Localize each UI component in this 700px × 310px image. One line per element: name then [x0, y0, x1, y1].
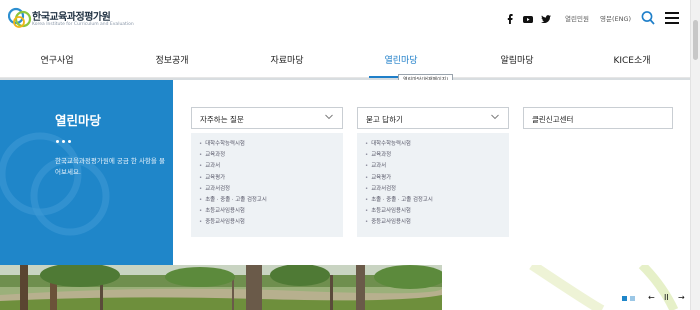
faq-dropdown-label: 자주하는 질문 [200, 115, 244, 124]
qna-item[interactable]: 교과서 [365, 161, 509, 172]
faq-item[interactable]: 교육평가 [199, 173, 343, 184]
scrollbar-thumb[interactable] [693, 20, 698, 60]
qna-item[interactable]: 교과서검정 [365, 184, 509, 195]
mega-menu-description: 한국교육과정평가원에 궁금 한 사항을 물어보세요. [55, 157, 165, 176]
chevron-down-icon [491, 114, 499, 120]
main-nav: 연구사업 정보공개 자료마당 열린마당 알림마당 KICE소개 [0, 38, 690, 78]
qna-item[interactable]: 교육과정 [365, 150, 509, 161]
nav-about-kice[interactable]: KICE소개 [613, 53, 650, 66]
faq-item[interactable]: 교과서 [199, 161, 343, 172]
search-icon[interactable] [641, 10, 655, 26]
open-complaint-link[interactable]: 열린민원 [565, 13, 589, 23]
faq-item[interactable]: 초졸 · 중졸 · 고졸 검정고시 [199, 195, 343, 206]
qna-item[interactable]: 대학수학능력시험 [365, 139, 509, 150]
faq-list: 대학수학능력시험 교육과정 교과서 교육평가 교과서검정 초졸 · 중졸 · 고… [191, 133, 343, 237]
qna-dropdown-label: 묻고 답하기 [366, 115, 403, 124]
slide-next-button[interactable]: → [678, 293, 685, 303]
faq-item[interactable]: 중등교사임용시험 [199, 217, 343, 228]
nav-resources[interactable]: 자료마당 [270, 53, 303, 66]
menu-icon[interactable] [665, 12, 679, 25]
qna-item[interactable]: 교육평가 [365, 173, 509, 184]
faq-item[interactable]: 교육과정 [199, 150, 343, 161]
facebook-icon[interactable] [503, 12, 517, 26]
qna-list: 대학수학능력시험 교육과정 교과서 교육평가 교과서검정 초졸 · 중졸 · 고… [357, 133, 509, 237]
qna-item[interactable]: 초등교사임용시험 [365, 206, 509, 217]
twitter-icon[interactable] [539, 12, 553, 26]
title-dots [56, 140, 80, 144]
english-link[interactable]: 영문(ENG) [600, 13, 631, 23]
clean-report-center-link[interactable]: 클린신고센터 [523, 107, 673, 129]
slide-indicator[interactable] [630, 296, 635, 301]
nav-info-disclosure[interactable]: 정보공개 [155, 53, 188, 66]
page-scrollbar[interactable] [690, 0, 700, 310]
chevron-down-icon [325, 114, 333, 120]
page: 한국교육과정평가원 Korea Institute for Curriculum… [0, 0, 700, 310]
nav-open-forum[interactable]: 열린마당 [384, 53, 417, 66]
clean-report-center-label: 클린신고센터 [532, 115, 574, 124]
qna-dropdown[interactable]: 묻고 답하기 [357, 107, 509, 129]
faq-item[interactable]: 초등교사임용시험 [199, 206, 343, 217]
faq-item[interactable]: 교과서검정 [199, 184, 343, 195]
logo-mark-icon [8, 7, 32, 28]
qna-item[interactable]: 중등교사임용시험 [365, 217, 509, 228]
slide-prev-button[interactable]: ← [648, 293, 655, 303]
faq-dropdown[interactable]: 자주하는 질문 [191, 107, 343, 129]
slide-pause-button[interactable]: II [664, 293, 669, 303]
hero-photo [0, 265, 442, 310]
nav-notice[interactable]: 알림마당 [500, 53, 533, 66]
logo-subtitle: Korea Institute for Curriculum and Evalu… [32, 22, 134, 27]
logo-name: 한국교육과정평가원 [32, 12, 111, 23]
youtube-icon[interactable] [521, 12, 535, 26]
mega-menu-intro: 열린마당 한국교육과정평가원에 궁금 한 사항을 물어보세요. [0, 80, 173, 265]
site-header: 한국교육과정평가원 Korea Institute for Curriculum… [0, 0, 690, 38]
slide-indicator-active[interactable] [622, 296, 627, 301]
qna-item[interactable]: 초졸 · 중졸 · 고졸 검정고시 [365, 195, 509, 206]
logo-watermark-icon [0, 132, 110, 236]
nav-research[interactable]: 연구사업 [40, 53, 73, 66]
site-logo[interactable]: 한국교육과정평가원 Korea Institute for Curriculum… [8, 6, 158, 32]
slider-controls: ← II → [622, 292, 692, 304]
faq-item[interactable]: 대학수학능력시험 [199, 139, 343, 150]
mega-menu-title: 열린마당 [55, 113, 102, 128]
